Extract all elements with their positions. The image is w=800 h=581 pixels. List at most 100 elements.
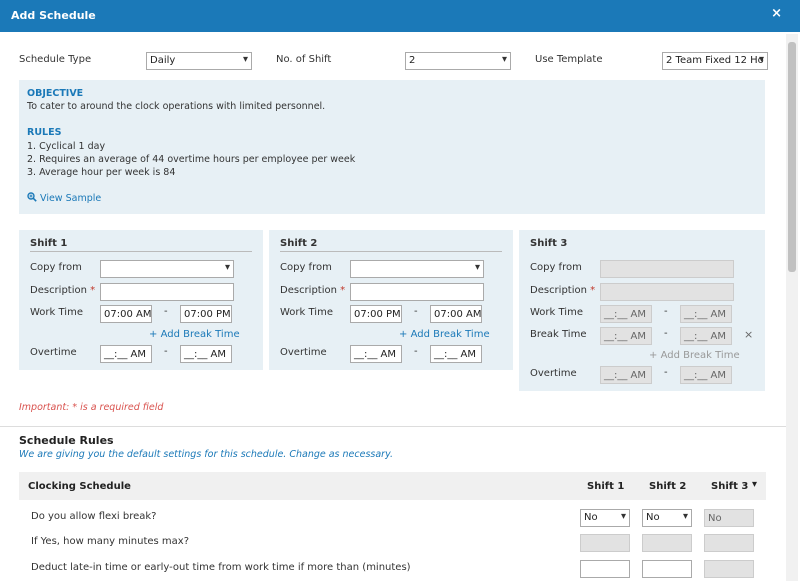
shift-3-break-end-input: __:__ AM [680, 327, 732, 345]
shift-3-work-start-input: __:__ AM [600, 305, 652, 323]
view-sample-label: View Sample [40, 193, 102, 204]
shift-1-work-end-input[interactable]: 07:00 PM [180, 305, 232, 323]
range-dash: - [664, 306, 668, 317]
work-time-label: Work Time [280, 307, 333, 318]
shift-2-copy-from-select[interactable] [350, 260, 484, 278]
shift-3-overtime-start-input: __:__ AM [600, 366, 652, 384]
range-dash: - [164, 346, 168, 357]
shift-2-overtime-start-input[interactable]: __:__ AM [350, 345, 402, 363]
shift-2-title: Shift 2 [280, 238, 318, 249]
shift-3-description-input [600, 283, 734, 301]
plus-icon: + [399, 329, 408, 340]
shift-2-work-start-input[interactable]: 07:00 PM [350, 305, 402, 323]
flexi-break-shift-2-select[interactable]: No [642, 509, 692, 527]
column-shift-2: Shift 2 [649, 481, 687, 492]
flexi-break-shift-1-select[interactable]: No [580, 509, 630, 527]
shift-2-description-input[interactable] [350, 283, 484, 301]
shift-2-work-end-input[interactable]: 07:00 AM [430, 305, 482, 323]
range-dash: - [414, 306, 418, 317]
shift-3-copy-from-select [600, 260, 734, 278]
shift-2-divider [280, 251, 502, 252]
schedule-rules-title: Schedule Rules [19, 434, 114, 447]
shift-1-title: Shift 1 [30, 238, 68, 249]
description-label: Description * [280, 285, 345, 296]
schedule-rules-subtitle: We are giving you the default settings f… [19, 449, 393, 460]
use-template-label: Use Template [535, 54, 603, 65]
dialog-body: Schedule Type Daily No. of Shift 2 Use T… [0, 32, 786, 581]
objective-text: To cater to around the clock operations … [27, 101, 326, 112]
shift-1-copy-from-select[interactable] [100, 260, 234, 278]
rule-question: Do you allow flexi break? [31, 511, 157, 522]
add-break-time-label: Add Break Time [160, 329, 240, 340]
scrollbar-thumb[interactable] [788, 42, 796, 272]
range-dash: - [414, 346, 418, 357]
overtime-label: Overtime [30, 347, 77, 358]
view-sample-link[interactable]: View Sample [27, 192, 101, 204]
deduct-late-shift-3-input [704, 560, 754, 578]
flexi-break-shift-3-select: No [704, 509, 754, 527]
plus-icon: + [649, 350, 658, 361]
range-dash: - [664, 328, 668, 339]
schedule-type-label: Schedule Type [19, 54, 92, 65]
rule-item: 1. Cyclical 1 day [27, 141, 106, 152]
shift-1-add-break-time-button[interactable]: + Add Break Time [149, 329, 240, 340]
required-mark: * [590, 285, 596, 296]
range-dash: - [164, 306, 168, 317]
clocking-schedule-heading: Clocking Schedule [28, 481, 131, 492]
rule-item: 2. Requires an average of 44 overtime ho… [27, 154, 356, 165]
rule-question: If Yes, how many minutes max? [31, 536, 190, 547]
dialog-titlebar: Add Schedule × [0, 0, 800, 32]
shift-1-description-input[interactable] [100, 283, 234, 301]
work-time-label: Work Time [30, 307, 83, 318]
objective-heading: OBJECTIVE [27, 88, 84, 99]
description-label-text: Description [280, 285, 337, 296]
shift-3-work-end-input: __:__ AM [680, 305, 732, 323]
shift-1-overtime-end-input[interactable]: __:__ AM [180, 345, 232, 363]
use-template-select[interactable]: 2 Team Fixed 12 Ho [662, 52, 768, 70]
flexi-minutes-shift-1-input [580, 534, 630, 552]
shift-1-overtime-start-input[interactable]: __:__ AM [100, 345, 152, 363]
description-label-text: Description [30, 285, 87, 296]
break-time-label: Break Time [530, 329, 587, 340]
no-of-shift-select[interactable]: 2 [405, 52, 511, 70]
shift-3-break-start-input: __:__ AM [600, 327, 652, 345]
deduct-late-shift-2-input[interactable] [642, 560, 692, 578]
shift-2-overtime-end-input[interactable]: __:__ AM [430, 345, 482, 363]
column-shift-3: Shift 3 [711, 481, 749, 492]
description-label: Description * [30, 285, 95, 296]
copy-from-label: Copy from [530, 262, 582, 273]
template-info-panel: OBJECTIVE To cater to around the clock o… [19, 80, 765, 214]
shift-2-add-break-time-button[interactable]: + Add Break Time [399, 329, 490, 340]
rules-heading: RULES [27, 127, 62, 138]
range-dash: - [664, 367, 668, 378]
dialog-title: Add Schedule [11, 9, 96, 22]
deduct-late-shift-1-input[interactable] [580, 560, 630, 578]
description-label: Description * [530, 285, 595, 296]
shift-1-panel: Shift 1 Copy from Description * Work Tim… [19, 230, 263, 370]
plus-icon: + [149, 329, 158, 340]
required-field-note: Important: * is a required field [19, 402, 164, 413]
clocking-schedule-header: Clocking Schedule Shift 1 Shift 2 Shift … [19, 472, 766, 500]
shift-3-panel: Shift 3 Copy from Description * Work Tim… [519, 230, 765, 391]
required-mark: * [340, 285, 346, 296]
add-schedule-dialog: Add Schedule × Schedule Type Daily No. o… [0, 0, 800, 581]
rule-question: Deduct late-in time or early-out time fr… [31, 562, 411, 573]
close-icon[interactable]: × [771, 6, 782, 21]
dialog-scrollbar[interactable] [786, 34, 798, 581]
work-time-label: Work Time [530, 307, 583, 318]
add-break-time-label: Add Break Time [660, 350, 740, 361]
shift-3-title: Shift 3 [530, 238, 568, 249]
zoom-in-icon [27, 192, 37, 202]
collapse-caret-icon[interactable]: ▾ [752, 479, 757, 490]
shift-3-overtime-end-input: __:__ AM [680, 366, 732, 384]
shift-1-work-start-input[interactable]: 07:00 AM [100, 305, 152, 323]
overtime-label: Overtime [530, 368, 577, 379]
flexi-minutes-shift-3-input [704, 534, 754, 552]
column-shift-1: Shift 1 [587, 481, 625, 492]
schedule-type-select[interactable]: Daily [146, 52, 252, 70]
remove-break-icon[interactable]: × [744, 328, 753, 341]
flexi-minutes-shift-2-input [642, 534, 692, 552]
shift-1-divider [30, 251, 252, 252]
description-label-text: Description [530, 285, 587, 296]
add-break-time-label: Add Break Time [410, 329, 490, 340]
